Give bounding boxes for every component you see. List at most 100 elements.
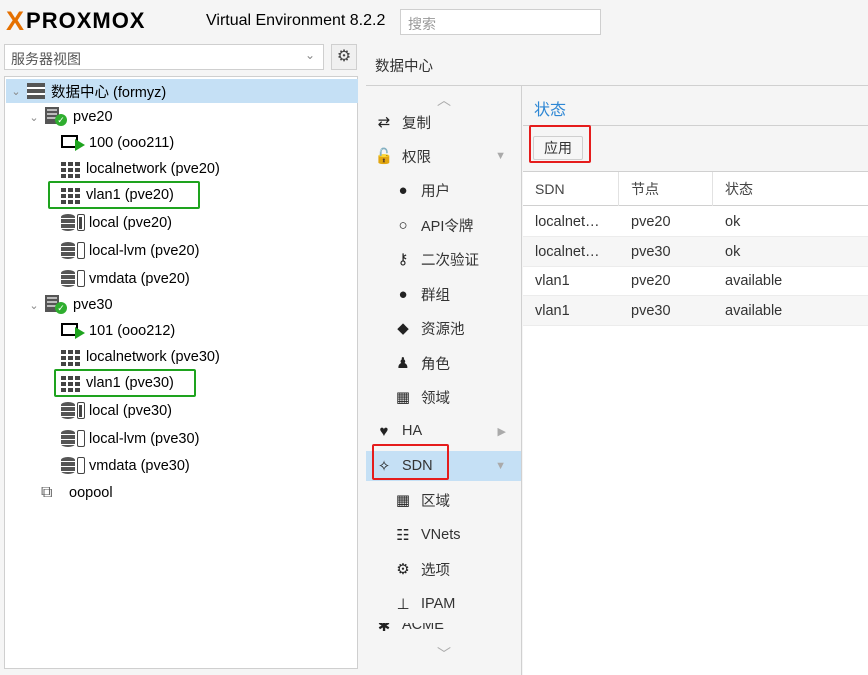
- chevron-down-icon: ⌄: [304, 48, 315, 62]
- tree-node-vm[interactable]: 101 (ooo212): [61, 319, 175, 343]
- heartbeat-icon: ♥: [379, 422, 389, 440]
- menu-item-ha[interactable]: ♥ HA ▶: [366, 416, 521, 446]
- user-outline-icon: ○: [398, 216, 408, 234]
- unlock-icon: 🔓: [374, 148, 394, 165]
- cell-status: available: [725, 273, 783, 289]
- tree-node-storage[interactable]: local (pve20): [61, 211, 172, 235]
- storage-icon: [61, 401, 85, 421]
- table-row[interactable]: vlan1 pve30 available: [523, 296, 868, 326]
- gear-icon: ⚙: [336, 48, 352, 65]
- retweet-icon: ⇄: [377, 114, 391, 131]
- table-row[interactable]: localnet… pve30 ok: [523, 237, 868, 267]
- menu-item-label: 权限: [402, 149, 431, 166]
- column-header-node[interactable]: 节点: [619, 172, 713, 206]
- menu-item-permissions[interactable]: 🔓 权限 ▼: [366, 141, 521, 171]
- search-input[interactable]: 搜索: [400, 9, 601, 35]
- address-book-icon: ▦: [395, 389, 411, 406]
- storage-icon: [61, 269, 85, 289]
- menu-item-pools[interactable]: ◆ 资源池: [366, 313, 521, 343]
- tree-node-label: pve20: [73, 109, 113, 125]
- menu-item-two-factor[interactable]: ⚷ 二次验证: [366, 244, 521, 274]
- tree-node-vm[interactable]: 100 (ooo211): [61, 131, 174, 155]
- logo-x: X: [6, 6, 25, 36]
- users-icon: ●: [398, 285, 408, 303]
- cell-node: pve20: [631, 214, 671, 230]
- tree-node-storage[interactable]: vmdata (pve30): [61, 454, 190, 478]
- gear-icon: ⚙: [396, 561, 410, 578]
- chevron-down-icon[interactable]: ⌄: [27, 299, 41, 312]
- menu-item-label: 复制: [402, 115, 431, 132]
- tree-node-label: local (pve30): [89, 403, 173, 419]
- chevron-right-icon: ▶: [497, 425, 506, 438]
- tree-node-label: vmdata (pve30): [89, 458, 190, 474]
- tree-node-storage[interactable]: local (pve30): [61, 399, 172, 423]
- highlight-vlan1-pve20: [48, 181, 200, 209]
- tree-node-pve30[interactable]: ⌄ ✓ pve30: [27, 293, 113, 317]
- tree-node-pve20[interactable]: ⌄ ✓ pve20: [27, 105, 113, 129]
- tree-node-sdn[interactable]: localnetwork (pve20): [61, 157, 220, 181]
- menu-item-label: ACME: [402, 623, 444, 633]
- server-online-icon: ✓: [45, 295, 67, 315]
- tree-node-datacenter[interactable]: ⌄ 数据中心 (formyz): [9, 79, 166, 103]
- view-selector[interactable]: 服务器视图 ⌄: [4, 44, 324, 70]
- menu-item-label: IPAM: [421, 596, 456, 612]
- server-online-icon: ✓: [45, 107, 67, 127]
- tags-icon: ◆: [397, 320, 409, 337]
- tree-node-label: 数据中心 (formyz): [51, 84, 167, 101]
- menu-item-replication[interactable]: ⇄ 复制: [366, 107, 521, 137]
- column-header-status[interactable]: 状态: [713, 172, 868, 206]
- cell-sdn: localnet…: [535, 244, 600, 260]
- menu-item-vnets[interactable]: ☷ VNets: [366, 520, 521, 550]
- menu-item-roles[interactable]: ♟ 角色: [366, 348, 521, 378]
- cell-status: available: [725, 303, 783, 319]
- menu-item-label: 二次验证: [421, 252, 479, 269]
- column-header-sdn[interactable]: SDN: [523, 172, 619, 206]
- logo-word: PROXMOX: [26, 8, 146, 33]
- vm-running-icon: [61, 133, 85, 153]
- tree-node-storage[interactable]: vmdata (pve20): [61, 267, 190, 291]
- chevron-down-icon[interactable]: ⌄: [27, 111, 41, 124]
- proxmox-logo[interactable]: X PROXMOX: [6, 6, 146, 36]
- menu-item-label: 角色: [421, 356, 450, 373]
- menu-item-realms[interactable]: ▦ 领域: [366, 382, 521, 412]
- tree-node-storage[interactable]: local-lvm (pve20): [61, 239, 199, 263]
- sdn-zone-icon: [61, 162, 80, 178]
- tree-node-label: local-lvm (pve20): [89, 243, 200, 259]
- menu-item-groups[interactable]: ● 群组: [366, 279, 521, 309]
- storage-icon: [61, 241, 85, 261]
- chevron-down-icon: ▼: [495, 460, 506, 472]
- panel-toolbar: 应用: [523, 125, 868, 172]
- table-header: SDN 节点 状态: [523, 172, 868, 206]
- table-row[interactable]: vlan1 pve20 available: [523, 266, 868, 296]
- gear-button[interactable]: ⚙: [331, 44, 357, 70]
- storage-icon: [61, 429, 85, 449]
- menu-item-label: VNets: [421, 527, 461, 543]
- chevron-down-icon: ▼: [495, 150, 506, 162]
- top-header: X PROXMOX Virtual Environment 8.2.2 搜索: [0, 0, 868, 42]
- chevron-down-icon[interactable]: ⌄: [9, 85, 23, 98]
- cell-node: pve30: [631, 244, 671, 260]
- menu-item-api-tokens[interactable]: ○ API令牌: [366, 210, 521, 240]
- cell-status: ok: [725, 244, 741, 260]
- tree-node-storage[interactable]: local-lvm (pve30): [61, 427, 199, 451]
- menu-item-acme[interactable]: ✱ ACME: [366, 623, 521, 635]
- scroll-down-icon[interactable]: ﹀: [366, 644, 521, 664]
- menu-item-label: 区域: [421, 493, 450, 510]
- content-title: 数据中心: [366, 42, 868, 86]
- menu-item-options[interactable]: ⚙ 选项: [366, 554, 521, 584]
- sdn-zone-icon: [61, 350, 80, 366]
- tree-node-pool[interactable]: ⧉ oopool: [41, 481, 113, 505]
- menu-item-label: 用户: [421, 183, 450, 200]
- tree-node-sdn[interactable]: localnetwork (pve30): [61, 345, 220, 369]
- storage-icon: [61, 213, 85, 233]
- menu-item-label: 选项: [421, 562, 450, 579]
- table-row[interactable]: localnet… pve20 ok: [523, 207, 868, 237]
- menu-item-label: 领域: [421, 390, 450, 407]
- highlight-apply: [529, 125, 591, 163]
- menu-item-ipam[interactable]: ⊥ IPAM: [366, 589, 521, 619]
- tree-node-label: local (pve20): [89, 215, 173, 231]
- menu-item-users[interactable]: ● 用户: [366, 175, 521, 205]
- menu-item-zones[interactable]: ▦ 区域: [366, 485, 521, 515]
- tags-icon: ⧉: [41, 484, 53, 501]
- cell-node: pve20: [631, 273, 671, 289]
